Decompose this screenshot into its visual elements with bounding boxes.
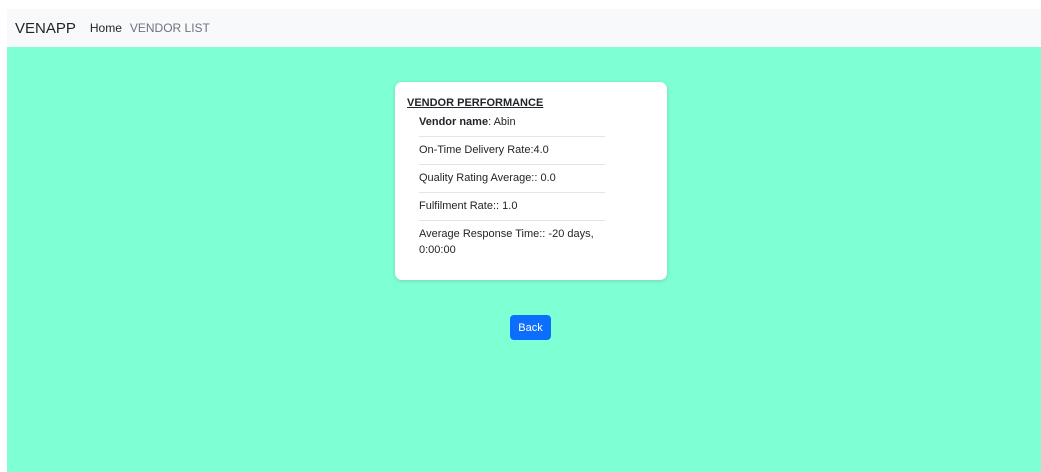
avg-response-time-item: Average Response Time:: -20 days, 0:00:0…	[419, 228, 594, 256]
vendor-name-value: : Abin	[488, 116, 516, 128]
on-time-delivery-item: On-Time Delivery Rate:4.0	[419, 137, 605, 165]
nav-link-vendor-list[interactable]: VENDOR LIST	[130, 21, 210, 35]
back-button[interactable]: Back	[510, 315, 551, 340]
quality-rating-item: Quality Rating Average:: 0.0	[419, 165, 605, 193]
vendor-name-label: Vendor name	[419, 116, 489, 128]
vendor-performance-card: VENDOR PERFORMANCE Vendor name: Abin On-…	[395, 82, 667, 280]
main-content: VENDOR PERFORMANCE Vendor name: Abin On-…	[7, 47, 1041, 472]
vendor-name-item: Vendor name: Abin	[419, 114, 605, 137]
fulfilment-rate-item: Fulfilment Rate:: 1.0	[419, 193, 605, 221]
brand-logo[interactable]: VENAPP	[15, 20, 76, 37]
performance-list: Vendor name: Abin On-Time Delivery Rate:…	[407, 114, 605, 264]
card-title: VENDOR PERFORMANCE	[407, 97, 544, 109]
navbar: VENAPP Home VENDOR LIST	[7, 9, 1041, 47]
nav-link-home[interactable]: Home	[90, 21, 122, 35]
